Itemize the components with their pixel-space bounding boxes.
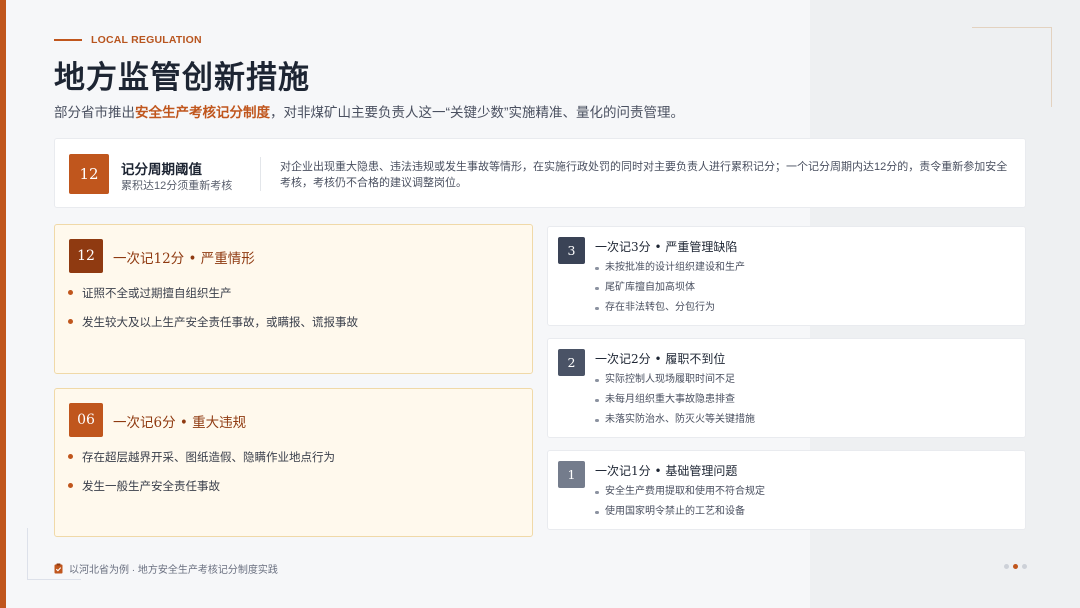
threshold-subtitle: 累积达12分须重新考核 — [121, 180, 233, 192]
eyebrow-line — [54, 39, 82, 41]
list-item: 证照不全或过期擅自组织生产 — [68, 285, 358, 301]
card-number-badge: 12 — [69, 239, 103, 273]
list-item: 存在超层越界开采、图纸造假、隐瞒作业地点行为 — [68, 449, 335, 465]
threshold-title: 记分周期阈值 — [121, 162, 202, 177]
subtitle-pre: 部分省市推出 — [54, 105, 135, 120]
card-number-badge: 1 — [558, 461, 585, 488]
list-item: 安全生产费用提取和使用不符合规定 — [595, 486, 765, 498]
page-indicator — [1004, 564, 1031, 569]
page-dot-active[interactable] — [1013, 564, 1018, 569]
eyebrow-text: LOCAL REGULATION — [91, 34, 202, 46]
subtitle-post: ，对非煤矿山主要负责人这一“关键少数”实施精准、量化的问责管理。 — [270, 105, 684, 120]
card-heading: 一次记1分 • 基础管理问题 — [595, 464, 738, 478]
card-number-badge: 3 — [558, 237, 585, 264]
list-item: 实际控制人现场履职时间不足 — [595, 374, 755, 386]
footer: 以河北省为例 · 地方安全生产考核记分制度实践 — [54, 561, 278, 576]
severity-card-3: 3 一次记3分 • 严重管理缺陷 未按批准的设计组织建设和生产 尾矿库擅自加高坝… — [547, 226, 1026, 326]
card-heading: 一次记6分 • 重大违规 — [113, 415, 247, 431]
corner-decoration-top-right — [972, 27, 1052, 107]
threshold-divider — [260, 157, 261, 191]
subtitle-highlight: 安全生产考核记分制度 — [135, 105, 270, 120]
list-item: 使用国家明令禁止的工艺和设备 — [595, 506, 765, 518]
card-item-list: 存在超层越界开采、图纸造假、隐瞒作业地点行为 发生一般生产安全责任事故 — [68, 449, 335, 507]
card-heading: 一次记2分 • 履职不到位 — [595, 352, 726, 366]
list-item: 发生一般生产安全责任事故 — [68, 478, 335, 494]
page-title: 地方监管创新措施 — [54, 60, 310, 96]
page-dot[interactable] — [1004, 564, 1009, 569]
list-item: 发生较大及以上生产安全责任事故，或瞒报、谎报事故 — [68, 314, 358, 330]
list-item: 未落实防治水、防灭火等关键措施 — [595, 414, 755, 426]
page-dot[interactable] — [1022, 564, 1027, 569]
list-item: 存在非法转包、分包行为 — [595, 302, 745, 314]
threshold-card: 12 记分周期阈值 累积达12分须重新考核 对企业出现重大隐患、违法违规或发生事… — [54, 138, 1026, 208]
severity-card-12: 12 一次记12分 • 严重情形 证照不全或过期擅自组织生产 发生较大及以上生产… — [54, 224, 533, 374]
footer-text: 以河北省为例 · 地方安全生产考核记分制度实践 — [69, 565, 278, 576]
threshold-badge: 12 — [69, 154, 109, 194]
left-accent-bar — [0, 0, 6, 608]
severity-card-1: 1 一次记1分 • 基础管理问题 安全生产费用提取和使用不符合规定 使用国家明令… — [547, 450, 1026, 530]
card-item-list: 实际控制人现场履职时间不足 未每月组织重大事故隐患排查 未落实防治水、防灭火等关… — [595, 374, 755, 434]
card-item-list: 安全生产费用提取和使用不符合规定 使用国家明令禁止的工艺和设备 — [595, 486, 765, 526]
card-heading: 一次记3分 • 严重管理缺陷 — [595, 240, 738, 254]
severity-card-2: 2 一次记2分 • 履职不到位 实际控制人现场履职时间不足 未每月组织重大事故隐… — [547, 338, 1026, 438]
card-heading: 一次记12分 • 严重情形 — [113, 251, 255, 267]
severity-card-6: 06 一次记6分 • 重大违规 存在超层越界开采、图纸造假、隐瞒作业地点行为 发… — [54, 388, 533, 537]
eyebrow: LOCAL REGULATION — [54, 34, 202, 46]
list-item: 未按批准的设计组织建设和生产 — [595, 262, 745, 274]
card-item-list: 未按批准的设计组织建设和生产 尾矿库擅自加高坝体 存在非法转包、分包行为 — [595, 262, 745, 322]
page-subtitle: 部分省市推出安全生产考核记分制度，对非煤矿山主要负责人这一“关键少数”实施精准、… — [54, 101, 684, 121]
card-item-list: 证照不全或过期擅自组织生产 发生较大及以上生产安全责任事故，或瞒报、谎报事故 — [68, 285, 358, 343]
threshold-description: 对企业出现重大隐患、违法违规或发生事故等情形，在实施行政处罚的同时对主要负责人进… — [280, 161, 1008, 189]
clipboard-check-icon — [54, 563, 63, 574]
list-item: 尾矿库擅自加高坝体 — [595, 282, 745, 294]
card-number-badge: 06 — [69, 403, 103, 437]
card-number-badge: 2 — [558, 349, 585, 376]
list-item: 未每月组织重大事故隐患排查 — [595, 394, 755, 406]
